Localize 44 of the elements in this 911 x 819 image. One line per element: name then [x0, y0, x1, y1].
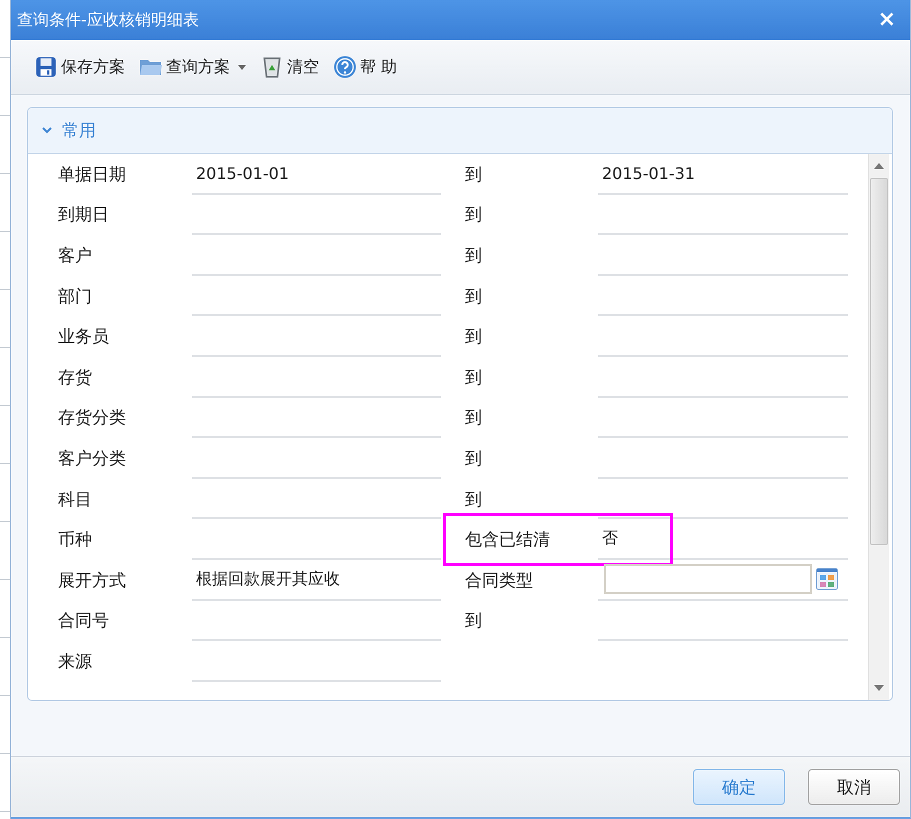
- field-label: 到: [465, 204, 483, 228]
- window-title: 查询条件-应收核销明细表: [17, 10, 199, 30]
- field-label: 到: [465, 244, 483, 268]
- field-label: 合同号: [58, 610, 110, 634]
- field-label: 到: [465, 610, 483, 634]
- toolbar-button[interactable]: 保存方案: [29, 53, 130, 81]
- field-label: 到: [465, 407, 483, 430]
- field-label: 到: [465, 488, 483, 512]
- field-label: 存货: [58, 366, 93, 390]
- field-label: 展开方式: [58, 570, 127, 593]
- field-label: 到: [465, 448, 483, 471]
- field-label: 到: [465, 164, 483, 187]
- field-label: 客户分类: [58, 448, 127, 471]
- toolbar-button[interactable]: 查询方案: [134, 53, 251, 81]
- scroll-up-icon[interactable]: [874, 163, 884, 169]
- scrollbar[interactable]: [868, 154, 889, 700]
- toolbar-button[interactable]: 清空: [255, 53, 324, 81]
- field-label: 单据日期: [58, 164, 127, 187]
- field-label: 包含已结清: [465, 529, 551, 552]
- section-title: 常用: [62, 120, 96, 142]
- input-field[interactable]: 2015-01-01: [192, 154, 441, 195]
- input-field[interactable]: 2015-01-31: [598, 154, 848, 195]
- input-field[interactable]: 根据回款展开其应收: [192, 560, 441, 601]
- input-field[interactable]: 否: [598, 519, 848, 560]
- input-field[interactable]: [604, 564, 812, 594]
- field-label: 客户: [58, 244, 93, 268]
- grid-picker-icon[interactable]: [816, 568, 838, 590]
- help-icon: [333, 55, 357, 79]
- scrollbar-thumb[interactable]: [870, 178, 888, 545]
- field-label: 科目: [58, 488, 93, 512]
- field-label: 合同类型: [465, 570, 534, 593]
- field-label: 到期日: [58, 204, 110, 228]
- cancel-button[interactable]: 取消: [808, 769, 900, 805]
- field-label: 业务员: [58, 326, 110, 350]
- close-button[interactable]: ×: [878, 9, 896, 31]
- toolbar-button[interactable]: 帮 助: [328, 53, 402, 81]
- field-label: 到: [465, 366, 483, 390]
- field-label: 到: [465, 286, 483, 309]
- field-label: 部门: [58, 286, 93, 309]
- scroll-down-icon[interactable]: [874, 685, 884, 691]
- field-label: 存货分类: [58, 407, 127, 430]
- field-label: 币种: [58, 529, 93, 552]
- field-label: 来源: [58, 650, 93, 674]
- field-label: 到: [465, 326, 483, 350]
